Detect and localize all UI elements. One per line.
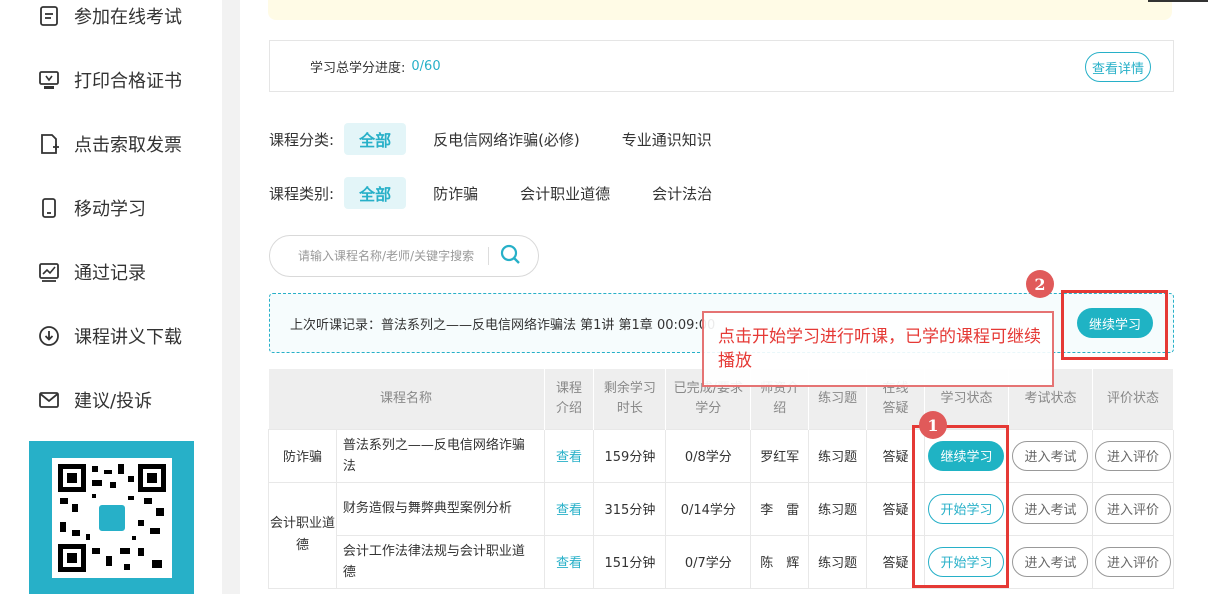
column-header: 课程 介绍 xyxy=(544,369,595,429)
sidebar-item-feedback[interactable]: 建议/投诉 xyxy=(38,382,152,418)
mobile-icon xyxy=(38,197,60,219)
category-chip-general[interactable]: 专业通识知识 xyxy=(607,123,727,155)
sidebar-item-label: 点击索取发票 xyxy=(74,135,182,156)
sidebar: 参加在线考试 打印合格证书 点击索取发票 移动学习 通过记录 课程讲义下载 建议… xyxy=(0,0,222,594)
annotation-highlight-study-status xyxy=(912,425,1009,588)
category-cell: 会计职业道德 xyxy=(268,481,337,589)
sidebar-item-label: 打印合格证书 xyxy=(74,71,182,92)
qr-code-panel xyxy=(29,441,194,594)
view-intro-link[interactable]: 查看 xyxy=(556,556,582,571)
main-content: 学习总学分进度: 0/60 查看详情 课程分类: 全部 反电信网络诈骗(必修) … xyxy=(240,0,1208,594)
exam-icon xyxy=(38,5,60,27)
course-search xyxy=(269,235,539,277)
teacher-name[interactable]: 李 雷 xyxy=(750,481,810,536)
column-header: 评价状态 xyxy=(1092,369,1175,429)
category-filter-label: 课程分类: xyxy=(269,130,335,149)
remaining-time: 159分钟 xyxy=(593,428,667,483)
course-name: 普法系列之——反电信网络诈骗法 xyxy=(335,428,545,483)
type-filter: 课程类别: 全部 防诈骗 会计职业道德 会计法治 xyxy=(269,176,739,210)
search-icon[interactable] xyxy=(499,243,521,269)
chart-icon xyxy=(38,261,60,283)
view-intro-link[interactable]: 查看 xyxy=(556,503,582,518)
course-name: 财务造假与舞弊典型案例分析 xyxy=(335,481,545,536)
sidebar-item-pass-record[interactable]: 通过记录 xyxy=(38,254,146,290)
annotation-callout: 点击开始学习进行听课，已学的课程可继续播放 xyxy=(702,311,1054,387)
view-details-button[interactable]: 查看详情 xyxy=(1085,52,1151,82)
remaining-time: 151分钟 xyxy=(593,534,667,589)
exercise-link[interactable]: 练习题 xyxy=(808,428,868,483)
course-name: 会计工作法律法规与会计职业道德 xyxy=(335,534,545,589)
exercise-link[interactable]: 练习题 xyxy=(808,481,868,536)
type-chip-all[interactable]: 全部 xyxy=(344,177,407,209)
table-row: 会计职业道德 财务造假与舞弊典型案例分析 查看 315分钟 0/14学分 李 雷… xyxy=(268,481,1175,589)
sidebar-item-label: 课程讲义下载 xyxy=(74,327,182,348)
type-chip-fraud-prevention[interactable]: 防诈骗 xyxy=(418,177,493,209)
table-row: 防诈骗 普法系列之——反电信网络诈骗法 查看 159分钟 0/8学分 罗红军 练… xyxy=(268,428,1175,483)
view-intro-link[interactable]: 查看 xyxy=(556,450,582,465)
exercise-link[interactable]: 练习题 xyxy=(808,534,868,589)
annotation-highlight-resume xyxy=(1061,290,1168,360)
certificate-icon xyxy=(38,69,60,91)
category-cell: 防诈骗 xyxy=(268,428,337,483)
enter-exam-button[interactable]: 进入考试 xyxy=(1012,440,1089,471)
download-icon xyxy=(38,325,60,347)
sidebar-item-label: 参加在线考试 xyxy=(74,7,182,28)
sidebar-item-invoice[interactable]: 点击索取发票 xyxy=(38,126,182,162)
window-edge xyxy=(1148,0,1208,2)
search-input[interactable] xyxy=(298,249,476,263)
type-chip-ethics[interactable]: 会计职业道德 xyxy=(505,177,625,209)
category-chip-all[interactable]: 全部 xyxy=(344,123,407,155)
sidebar-item-print-certificate[interactable]: 打印合格证书 xyxy=(38,62,182,98)
sidebar-item-online-exam[interactable]: 参加在线考试 xyxy=(38,0,182,34)
sidebar-item-handout-download[interactable]: 课程讲义下载 xyxy=(38,318,182,354)
table-row: 会计工作法律法规与会计职业道德 查看 151分钟 0/7学分 陈 辉 练习题 答… xyxy=(269,534,1175,589)
type-filter-label: 课程类别: xyxy=(269,184,335,203)
category-chip-anti-fraud[interactable]: 反电信网络诈骗(必修) xyxy=(418,123,595,155)
credits: 0/8学分 xyxy=(665,428,752,483)
credits: 0/14学分 xyxy=(665,481,752,536)
invoice-icon xyxy=(38,133,60,155)
notice-bar xyxy=(268,0,1172,20)
column-header: 剩余学习 时长 xyxy=(593,369,667,429)
progress-value: 0/60 xyxy=(411,58,441,74)
sidebar-item-mobile-learning[interactable]: 移动学习 xyxy=(38,190,146,226)
enter-review-button[interactable]: 进入评价 xyxy=(1094,440,1171,471)
mail-icon xyxy=(38,389,60,411)
teacher-name[interactable]: 陈 辉 xyxy=(750,534,810,589)
credit-progress-panel: 学习总学分进度: 0/60 查看详情 xyxy=(269,40,1174,92)
teacher-name[interactable]: 罗红军 xyxy=(750,428,810,483)
category-filter: 课程分类: 全部 反电信网络诈骗(必修) 专业通识知识 xyxy=(269,122,739,156)
type-chip-law[interactable]: 会计法治 xyxy=(637,177,727,209)
enter-review-button[interactable]: 进入评价 xyxy=(1094,493,1171,524)
enter-exam-button[interactable]: 进入考试 xyxy=(1012,493,1089,524)
annotation-badge-1: 1 xyxy=(919,411,947,439)
course-table: 课程名称 课程 介绍 剩余学习 时长 已完成/要求 学分 师资介绍 练习题 在线 答疑 … xyxy=(268,369,1175,589)
sidebar-item-label: 通过记录 xyxy=(74,263,146,284)
app-logo-icon xyxy=(96,502,128,534)
enter-review-button[interactable]: 进入评价 xyxy=(1094,546,1171,577)
sidebar-item-label: 建议/投诉 xyxy=(74,391,153,412)
last-lesson-text: 上次听课记录：普法系列之——反电信网络诈骗法 第1讲 第1章 00:09:00 xyxy=(290,317,716,333)
qr-code xyxy=(52,458,172,578)
sidebar-item-label: 移动学习 xyxy=(74,199,146,220)
progress-label: 学习总学分进度: xyxy=(310,60,406,76)
annotation-badge-2: 2 xyxy=(1026,270,1054,298)
credits: 0/7学分 xyxy=(665,534,752,589)
search-divider xyxy=(488,247,489,265)
remaining-time: 315分钟 xyxy=(593,481,667,536)
column-header: 课程名称 xyxy=(268,369,545,429)
enter-exam-button[interactable]: 进入考试 xyxy=(1012,546,1089,577)
